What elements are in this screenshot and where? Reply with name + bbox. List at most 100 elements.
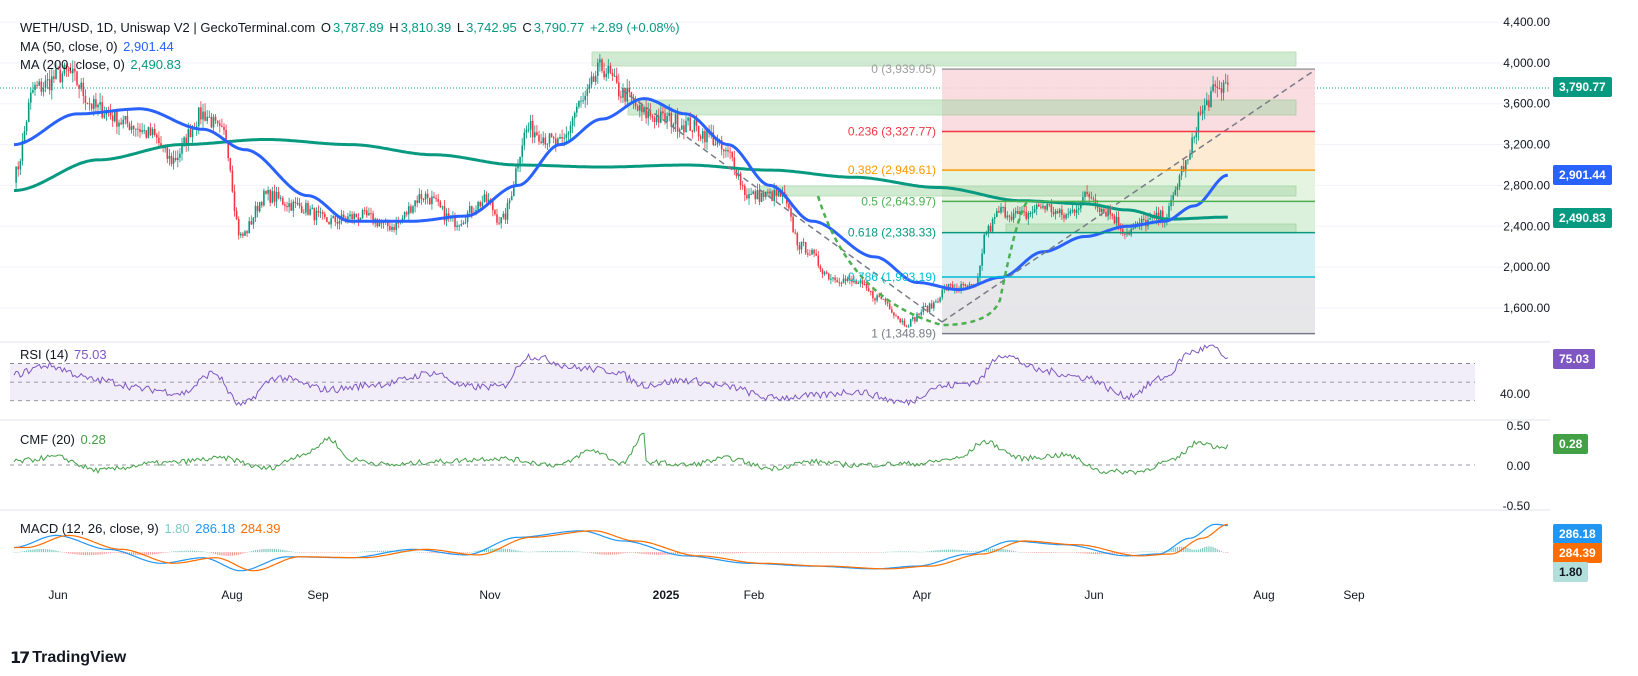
candle-body bbox=[639, 105, 641, 111]
candle-body bbox=[313, 207, 316, 221]
macd-histogram-bar bbox=[103, 552, 105, 555]
macd-histogram-bar bbox=[1218, 550, 1220, 553]
change-value: +2.89 (+0.08%) bbox=[589, 20, 680, 35]
candle-body bbox=[552, 137, 555, 139]
macd-histogram-bar bbox=[578, 551, 580, 553]
macd-histogram-bar bbox=[1174, 547, 1176, 553]
candle-body bbox=[611, 72, 614, 77]
candle-body bbox=[17, 166, 19, 170]
candle-body bbox=[1195, 132, 1198, 138]
candle-body bbox=[143, 130, 145, 132]
macd-histogram-bar bbox=[513, 549, 515, 553]
candle-body bbox=[775, 189, 778, 196]
macd-histogram-bar bbox=[584, 552, 586, 553]
candle-body bbox=[200, 107, 202, 120]
candle-body bbox=[628, 87, 631, 93]
macd-histogram-bar bbox=[1099, 552, 1101, 555]
candle-body bbox=[756, 190, 759, 200]
candle-body bbox=[471, 206, 473, 214]
macd-histogram-bar bbox=[1038, 552, 1040, 553]
macd-histogram-bar bbox=[422, 552, 425, 553]
macd-histogram-bar bbox=[15, 552, 17, 553]
macd-histogram-bar bbox=[1216, 549, 1218, 553]
macd-histogram-bar bbox=[653, 552, 656, 555]
candle-body bbox=[265, 190, 267, 194]
macd-histogram-bar bbox=[267, 548, 269, 553]
macd-histogram-bar bbox=[341, 552, 343, 553]
macd-histogram-bar bbox=[857, 552, 859, 553]
ma200-legend[interactable]: MA (200, close, 0) 2,490.83 bbox=[20, 57, 183, 72]
macd-histogram-bar bbox=[1029, 552, 1031, 553]
macd-histogram-bar bbox=[292, 551, 294, 553]
candle-body bbox=[48, 79, 51, 91]
macd-histogram-bar bbox=[618, 552, 620, 555]
macd-histogram-bar bbox=[227, 552, 229, 556]
macd-histogram-bar bbox=[338, 552, 341, 553]
cmf-legend[interactable]: CMF (20) 0.28 bbox=[20, 432, 108, 447]
candle-body bbox=[886, 302, 889, 304]
candle-body bbox=[1224, 82, 1227, 84]
macd-histogram-bar bbox=[943, 549, 945, 553]
macd-histogram-bar bbox=[1010, 550, 1013, 553]
candle-body bbox=[86, 102, 89, 104]
macd-histogram-bar bbox=[989, 549, 992, 553]
macd-histogram-bar bbox=[91, 552, 93, 556]
candle-body bbox=[809, 254, 811, 256]
fib-zone bbox=[942, 131, 1315, 171]
candle-body bbox=[412, 206, 414, 213]
candle-body bbox=[284, 204, 286, 206]
candle-body bbox=[920, 312, 922, 315]
macd-histogram-bar bbox=[777, 552, 779, 553]
candle-body bbox=[561, 137, 563, 139]
macd-histogram-bar bbox=[937, 550, 939, 553]
candle-body bbox=[668, 112, 670, 116]
time-tick-label: Feb bbox=[744, 588, 765, 602]
candle-body bbox=[342, 214, 345, 219]
candle-body bbox=[615, 75, 618, 83]
candle-body bbox=[676, 114, 679, 132]
macd-histogram-bar bbox=[418, 552, 420, 553]
candle-body bbox=[830, 278, 832, 280]
candle-body bbox=[248, 221, 250, 234]
macd-legend[interactable]: MACD (12, 26, close, 9) 1.80 286.18 284.… bbox=[20, 521, 282, 536]
macd-histogram-bar bbox=[78, 552, 80, 555]
macd-histogram-bar bbox=[1025, 552, 1027, 553]
macd-histogram-bar bbox=[635, 552, 637, 554]
candle-body bbox=[275, 191, 278, 202]
macd-histogram-bar bbox=[1050, 552, 1052, 553]
macd-histogram-bar bbox=[191, 550, 194, 553]
macd-histogram-bar bbox=[620, 552, 622, 554]
macd-histogram-bar bbox=[1052, 552, 1055, 553]
candle-body bbox=[405, 212, 408, 215]
candle-body bbox=[1172, 195, 1174, 200]
macd-histogram-bar bbox=[210, 552, 212, 554]
tradingview-brand[interactable]: 𝟭𝟳 TradingView bbox=[10, 648, 126, 668]
macd-histogram-bar bbox=[1136, 551, 1139, 553]
candle-body bbox=[991, 219, 994, 232]
candle-body bbox=[993, 217, 996, 220]
macd-histogram-bar bbox=[427, 552, 429, 553]
cmf-label: CMF (20) bbox=[20, 432, 75, 447]
candle-body bbox=[116, 110, 118, 127]
candle-body bbox=[368, 213, 370, 216]
macd-histogram-bar bbox=[641, 552, 643, 554]
macd-histogram-bar bbox=[530, 551, 532, 553]
candle-body bbox=[397, 222, 400, 224]
candle-body bbox=[1092, 198, 1095, 200]
candle-body bbox=[328, 221, 330, 225]
macd-histogram-bar bbox=[254, 550, 257, 553]
macd-histogram-bar bbox=[89, 552, 91, 556]
candle-body bbox=[502, 213, 505, 218]
candle-body bbox=[872, 291, 874, 299]
candle-body bbox=[844, 278, 847, 281]
candle-body bbox=[1008, 215, 1011, 217]
candle-body bbox=[937, 301, 939, 303]
rsi-legend[interactable]: RSI (14) 75.03 bbox=[20, 347, 109, 362]
macd-histogram-bar bbox=[1202, 547, 1204, 553]
macd-histogram-bar bbox=[798, 552, 800, 553]
candle-body bbox=[773, 189, 775, 202]
candle-body bbox=[878, 295, 880, 297]
candle-body bbox=[336, 221, 339, 224]
ma50-legend[interactable]: MA (50, close, 0) 2,901.44 bbox=[20, 39, 176, 54]
macd-histogram-bar bbox=[355, 552, 357, 553]
